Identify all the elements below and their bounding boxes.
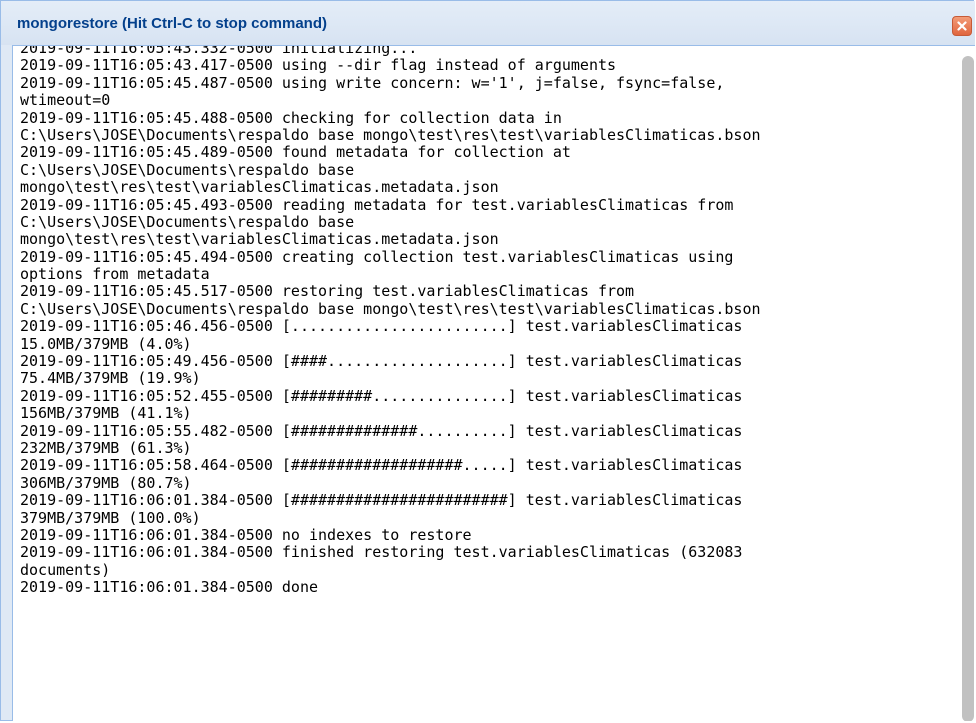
window-titlebar[interactable]: mongorestore (Hit Ctrl-C to stop command…: [1, 1, 975, 45]
console-line: wtimeout=0: [20, 91, 111, 110]
progress-size-line: 156MB/379MB (41.1%): [20, 404, 192, 423]
progress-line: 2019-09-11T16:05:55.482-0500 [##########…: [20, 421, 743, 440]
console-line: 2019-09-11T16:05:43.417-0500 using --dir…: [20, 56, 617, 75]
console-line: C:\Users\JOSE\Documents\respaldo base: [20, 212, 355, 231]
console-line: options from metadata: [20, 265, 210, 284]
close-button[interactable]: [952, 16, 972, 36]
console-line: C:\Users\JOSE\Documents\respaldo base: [20, 160, 355, 179]
console-output-panel: 2019-09-11T16:05:43.332-0500 initializin…: [12, 45, 975, 721]
window-title: mongorestore (Hit Ctrl-C to stop command…: [17, 15, 327, 32]
console-line: 2019-09-11T16:05:45.487-0500 using write…: [20, 73, 725, 92]
progress-line: 2019-09-11T16:05:46.456-0500 [..........…: [20, 317, 743, 336]
console-line: 2019-09-11T16:05:45.494-0500 creating co…: [20, 247, 734, 266]
progress-line: 2019-09-11T16:05:49.456-0500 [####......…: [20, 352, 743, 371]
console-line: 2019-09-11T16:05:45.489-0500 found metad…: [20, 143, 571, 162]
progress-size-line: 75.4MB/379MB (19.9%): [20, 369, 201, 388]
console-output: 2019-09-11T16:05:43.332-0500 initializin…: [20, 46, 960, 597]
progress-line: 2019-09-11T16:05:58.464-0500 [##########…: [20, 456, 743, 475]
progress-size-line: 15.0MB/379MB (4.0%): [20, 334, 192, 353]
console-line: 2019-09-11T16:05:45.517-0500 restoring t…: [20, 282, 635, 301]
progress-size-line: 379MB/379MB (100.0%): [20, 508, 201, 527]
console-line: 2019-09-11T16:05:45.493-0500 reading met…: [20, 195, 734, 214]
progress-line: 2019-09-11T16:05:52.455-0500 [#########.…: [20, 386, 743, 405]
progress-size-line: 306MB/379MB (80.7%): [20, 473, 192, 492]
console-line: 2019-09-11T16:06:01.384-0500 finished re…: [20, 543, 743, 562]
console-line: documents): [20, 560, 111, 579]
mongorestore-window: mongorestore (Hit Ctrl-C to stop command…: [0, 0, 975, 721]
console-line: mongo\test\res\test\variablesClimaticas.…: [20, 230, 499, 249]
console-line: 2019-09-11T16:05:45.488-0500 checking fo…: [20, 108, 562, 127]
close-icon: [957, 21, 967, 31]
console-line: C:\Users\JOSE\Documents\respaldo base mo…: [20, 299, 761, 318]
console-line: 2019-09-11T16:06:01.384-0500 done: [20, 578, 319, 597]
vertical-scrollbar[interactable]: [961, 46, 975, 721]
console-line: mongo\test\res\test\variablesClimaticas.…: [20, 178, 499, 197]
progress-line: 2019-09-11T16:06:01.384-0500 [##########…: [20, 491, 743, 510]
scrollbar-thumb[interactable]: [962, 56, 974, 721]
progress-size-line: 232MB/379MB (61.3%): [20, 438, 192, 457]
console-line: 2019-09-11T16:06:01.384-0500 no indexes …: [20, 525, 472, 544]
console-line: C:\Users\JOSE\Documents\respaldo base mo…: [20, 125, 761, 144]
